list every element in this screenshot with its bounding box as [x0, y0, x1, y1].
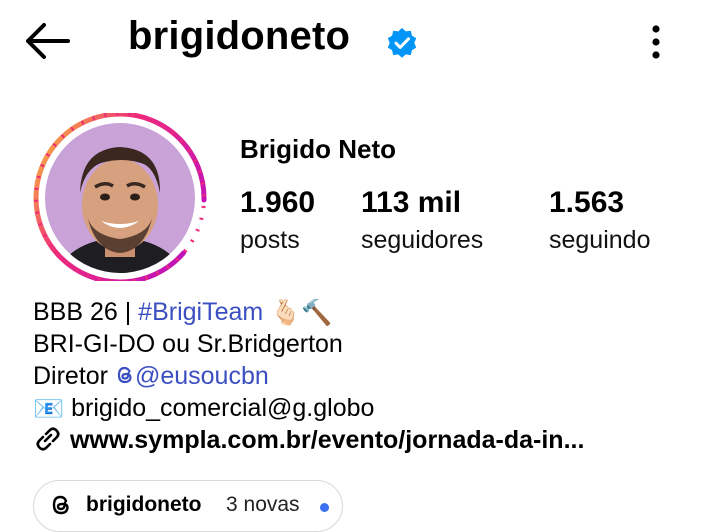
stat-following-label: seguindo	[549, 226, 651, 254]
stat-followers-value: 113 mil	[361, 186, 462, 219]
envelope-icon: 📧	[33, 395, 65, 424]
stat-posts-value: 1.960	[240, 186, 316, 219]
stat-followers[interactable]: 113 mil seguidores	[361, 186, 483, 260]
profile-bio: BBB 26 | #BrigiTeam 🫰🏻🔨 BRI-GI-DO ou Sr.…	[33, 296, 584, 456]
more-options-button[interactable]	[640, 22, 672, 62]
top-bar: brigidoneto	[0, 0, 720, 84]
avatar-photo	[45, 123, 195, 273]
more-vertical-icon	[652, 25, 660, 59]
threads-mention-icon	[117, 366, 132, 384]
bio-line-2: BRI-GI-DO ou Sr.Bridgerton	[33, 330, 343, 358]
bio-line-3: Diretor @eusoucbn	[33, 360, 584, 392]
website-link[interactable]: www.sympla.com.br/evento/jornada-da-in..…	[70, 426, 584, 454]
stat-posts-label: posts	[240, 226, 300, 254]
link-icon	[36, 427, 60, 451]
stat-followers-label: seguidores	[361, 226, 484, 254]
verified-badge-icon	[387, 28, 417, 58]
unread-dot	[320, 503, 329, 512]
back-button[interactable]	[22, 20, 74, 62]
threads-icon	[52, 495, 69, 515]
stat-following-value: 1.563	[549, 186, 625, 219]
bio-text: Diretor	[33, 362, 115, 390]
threads-new-count: 3 novas	[226, 493, 300, 516]
back-arrow-icon	[26, 23, 70, 59]
bio-text: BBB 26 |	[33, 298, 139, 326]
stat-following[interactable]: 1.563 seguindo	[549, 186, 650, 260]
threads-username: brigidoneto	[86, 493, 202, 516]
emoji-finger-heart-hammer: 🫰🏻🔨	[270, 299, 333, 328]
threads-badge-button[interactable]: brigidoneto 3 novas	[33, 480, 343, 532]
bio-email: brigido_comercial@g.globo	[71, 394, 375, 422]
profile-username: brigidoneto	[128, 14, 351, 58]
bio-website-line[interactable]: www.sympla.com.br/evento/jornada-da-in..…	[33, 424, 584, 456]
avatar	[45, 123, 195, 273]
mention-link[interactable]: @eusoucbn	[135, 362, 269, 390]
bio-line-4: 📧 brigido_comercial@g.globo	[33, 392, 584, 424]
hashtag-link[interactable]: #BrigiTeam	[138, 298, 263, 326]
profile-full-name: Brigido Neto	[240, 134, 396, 164]
bio-line-1: BBB 26 | #BrigiTeam 🫰🏻🔨	[33, 296, 584, 328]
stat-posts[interactable]: 1.960 posts	[240, 186, 315, 260]
profile-avatar-story[interactable]	[31, 113, 207, 281]
